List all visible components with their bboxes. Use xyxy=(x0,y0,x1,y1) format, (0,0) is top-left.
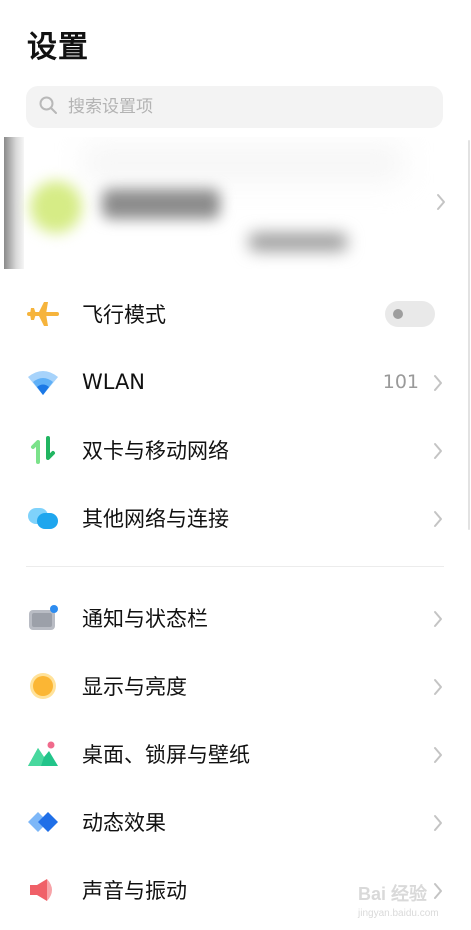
dual-sim-icon xyxy=(26,434,60,466)
settings-item-display[interactable]: 显示与亮度 xyxy=(0,652,471,720)
settings-item-label: 显示与亮度 xyxy=(82,675,187,699)
settings-item-label: 飞行模式 xyxy=(82,303,166,327)
watermark: Bai 经验 jingyan.baidu.com xyxy=(350,868,450,928)
airplane-mode-toggle[interactable] xyxy=(385,301,435,327)
chevron-right-icon xyxy=(433,814,443,836)
watermark-text: Bai 经验 xyxy=(358,884,428,904)
settings-item-wlan[interactable]: WLAN 101 xyxy=(0,348,471,416)
settings-item-wallpaper[interactable]: 桌面、锁屏与壁纸 xyxy=(0,720,471,788)
wifi-icon xyxy=(26,366,60,398)
settings-item-label: 双卡与移动网络 xyxy=(82,439,229,463)
settings-item-label: WLAN xyxy=(82,370,146,394)
connection-icon xyxy=(26,502,60,534)
account-subtitle-blurred xyxy=(249,233,347,251)
chevron-right-icon xyxy=(433,442,443,464)
wlan-network-name: 101 xyxy=(382,371,419,393)
airplane-icon xyxy=(26,298,60,330)
search-input[interactable] xyxy=(66,96,410,118)
brightness-icon xyxy=(26,670,60,702)
chevron-right-icon xyxy=(433,678,443,700)
chevron-right-icon xyxy=(433,374,443,396)
settings-item-label: 动态效果 xyxy=(82,811,166,835)
chevron-right-icon xyxy=(433,510,443,532)
wallpaper-icon xyxy=(26,738,60,770)
animation-icon xyxy=(26,806,60,838)
settings-item-label: 声音与振动 xyxy=(82,879,187,903)
settings-item-animation[interactable]: 动态效果 xyxy=(0,788,471,856)
section-divider xyxy=(26,566,444,567)
settings-item-other-connections[interactable]: 其他网络与连接 xyxy=(0,484,471,552)
settings-item-notifications[interactable]: 通知与状态栏 xyxy=(0,584,471,652)
avatar xyxy=(30,181,82,233)
page-title: 设置 xyxy=(27,30,89,65)
account-name-blurred xyxy=(102,189,220,219)
search-icon xyxy=(38,95,58,119)
chevron-right-icon xyxy=(436,193,446,215)
settings-item-label: 其他网络与连接 xyxy=(82,507,229,531)
settings-item-label: 通知与状态栏 xyxy=(82,607,208,631)
chevron-right-icon xyxy=(433,746,443,768)
search-bar[interactable] xyxy=(26,86,443,128)
account-card[interactable] xyxy=(4,137,454,269)
settings-item-dual-sim[interactable]: 双卡与移动网络 xyxy=(0,416,471,484)
settings-item-label: 桌面、锁屏与壁纸 xyxy=(82,743,250,767)
sound-icon xyxy=(26,874,60,906)
watermark-url: jingyan.baidu.com xyxy=(358,908,439,919)
notification-icon xyxy=(26,602,60,634)
chevron-right-icon xyxy=(433,610,443,632)
settings-item-airplane-mode[interactable]: 飞行模式 xyxy=(0,280,471,348)
